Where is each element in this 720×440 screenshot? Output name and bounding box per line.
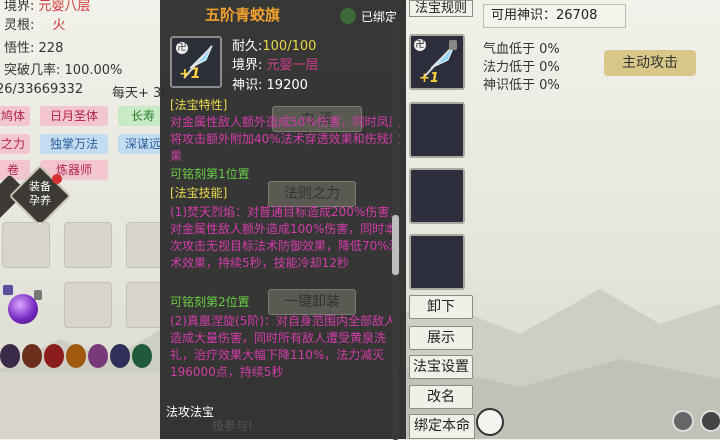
lock-icon: [34, 290, 42, 300]
rules-button[interactable]: 法宝规则: [409, 0, 473, 17]
traits-header: [法宝特性]: [170, 98, 228, 112]
root-stat: 灵根: 火: [4, 18, 66, 33]
durability-row: 耐久:100/100: [232, 39, 317, 54]
fabao-slot[interactable]: [409, 168, 465, 224]
engrave-1: 可铭刻第1位置: [170, 167, 250, 181]
skill-tag[interactable]: 日月圣体: [40, 106, 108, 126]
panda-icon[interactable]: [476, 408, 504, 436]
buff-icon: [110, 344, 130, 368]
buff-icon-row: [0, 344, 165, 372]
divine-condition: 神识低于 0%: [483, 78, 560, 93]
equip-slot[interactable]: [2, 222, 50, 268]
skill-1-text: (1)焚天烈焰：对普通目标造成200%伤害，对金属性敌人额外造成100%伤害，同…: [170, 205, 402, 270]
equip-slot[interactable]: [64, 222, 112, 268]
buff-icon: [88, 344, 108, 368]
notification-dot: [52, 174, 62, 184]
skill-tag[interactable]: 之力: [0, 134, 30, 154]
skills-header: [法宝技能]: [170, 186, 228, 200]
bound-icon: [340, 8, 356, 24]
skill-tag[interactable]: 鸠体: [0, 106, 30, 126]
exp-stat: 26/33669332: [0, 82, 84, 97]
tooltip-scroll-thumb[interactable]: [392, 215, 399, 275]
flag-item-icon: 卍 +1: [170, 36, 222, 88]
buff-icon: [66, 344, 86, 368]
skill-tag[interactable]: 独掌万法: [40, 134, 108, 154]
divine-row: 神识: 19200: [232, 78, 308, 93]
equip-nurture-label: 装备 孕养: [29, 180, 51, 207]
show-button[interactable]: 展示: [409, 326, 473, 350]
fabao-slot[interactable]: [409, 234, 465, 290]
lower-strip: [0, 372, 165, 439]
buff-icon: [132, 344, 152, 368]
breakthrough-stat: 突破几率: 100.00%: [4, 63, 123, 78]
active-attack-button[interactable]: 主动攻击: [604, 50, 696, 76]
item-title: 五阶青蛟旗: [205, 6, 281, 24]
fabao-settings-button[interactable]: 法宝设置: [409, 355, 473, 379]
lock-icon: [449, 40, 457, 50]
settings-icon[interactable]: [700, 410, 720, 432]
realm-stat: 境界: 元婴八层: [4, 0, 91, 14]
orb-item-icon[interactable]: [2, 284, 46, 330]
traits-text: 对金属性敌人额外造成50%伤害，同时凤凰将攻击额外附加40%法术穿透效果和伤残效…: [170, 115, 401, 163]
realm-row: 境界: 元婴一层: [232, 58, 319, 73]
fabao-slot-selected[interactable]: 卍 +1: [409, 34, 465, 90]
unequip-button[interactable]: 卸下: [409, 295, 473, 319]
hp-condition: 气血低于 0%: [483, 42, 560, 57]
character-panel: 境界: 元婴八层 灵根: 火 悟性: 228 突破几率: 100.00% 26/…: [0, 0, 174, 439]
engrave-2: 可铭刻第2位置: [170, 295, 250, 309]
available-divine: 可用神识：26708: [483, 4, 626, 28]
buff-icon: [0, 344, 20, 368]
equip-slot[interactable]: [64, 282, 112, 328]
bind-destiny-button[interactable]: 绑定本命: [409, 414, 475, 439]
mp-condition: 法力低于 0%: [483, 60, 560, 75]
skill-2-text: (2)真凰涅旋(5阶)：对自身范围内全部敌人造成大量伤害，同时所有敌人遭受黄泉洗…: [170, 314, 396, 379]
rename-button[interactable]: 改名: [409, 385, 473, 409]
fabao-attack-label: 法攻法宝: [166, 405, 215, 419]
buff-icon: [44, 344, 64, 368]
bottom-faded-text: 极参与!: [212, 419, 253, 433]
buff-icon: [22, 344, 42, 368]
info-icon[interactable]: [672, 410, 694, 432]
fabao-slot[interactable]: [409, 102, 465, 158]
comprehension-stat: 悟性: 228: [4, 41, 64, 56]
skill-tag[interactable]: 卷: [0, 160, 30, 180]
